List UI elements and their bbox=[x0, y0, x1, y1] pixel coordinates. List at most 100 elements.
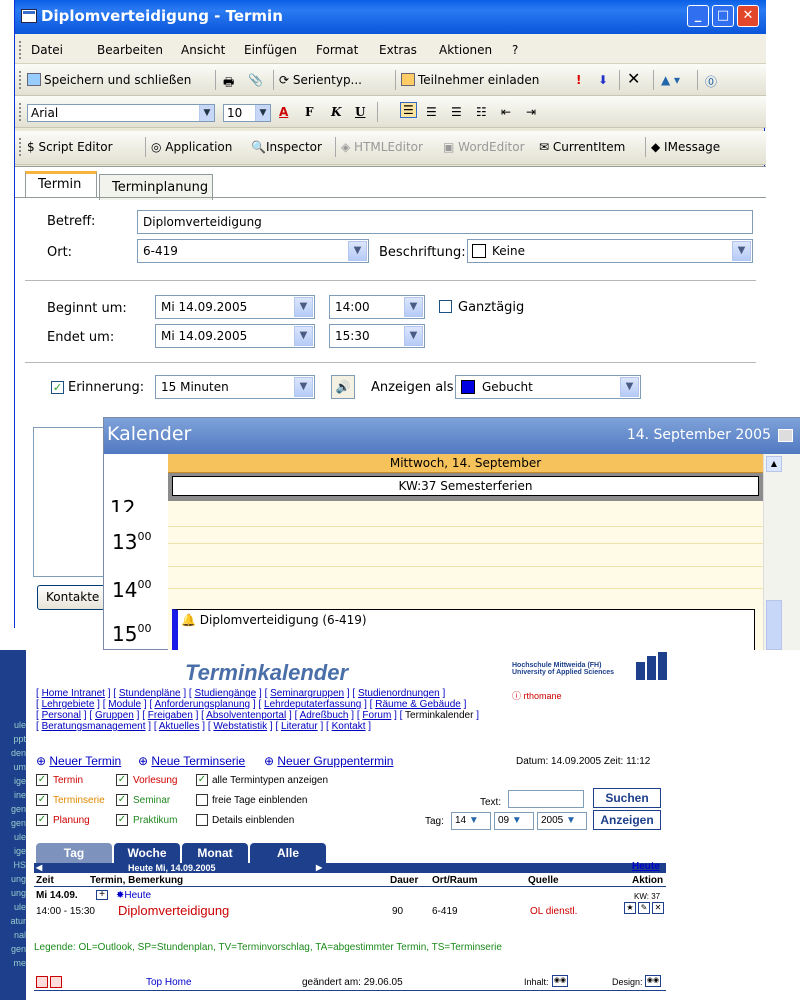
print-page-icon[interactable] bbox=[36, 976, 48, 988]
nav-link[interactable]: Freigaben bbox=[148, 710, 193, 721]
left-nav-item[interactable]: ige bbox=[0, 846, 26, 856]
align-center-icon[interactable]: ☰ bbox=[426, 105, 437, 119]
nav-link[interactable]: Studiengänge bbox=[194, 688, 256, 699]
filter-checkbox[interactable]: ✓ bbox=[36, 794, 48, 806]
print-icon[interactable]: 🖶 bbox=[223, 73, 234, 94]
previous-item-icon[interactable]: ▲ ▾ bbox=[661, 73, 680, 87]
contacts-button[interactable]: Kontakte bbox=[37, 585, 105, 610]
menu-help[interactable]: ? bbox=[512, 43, 518, 57]
chevron-down-icon[interactable]: ▼ bbox=[404, 326, 423, 346]
outdent-icon[interactable]: ⇤ bbox=[501, 105, 511, 119]
tab-termin[interactable]: Termin bbox=[25, 171, 97, 197]
chevron-down-icon[interactable]: ▼ bbox=[294, 377, 313, 397]
align-left-icon[interactable]: ☰ bbox=[400, 102, 417, 118]
left-nav-item[interactable]: gen bbox=[0, 818, 26, 828]
year-select[interactable]: 2005 ▼ bbox=[537, 812, 587, 830]
nav-link[interactable]: Studienordnungen bbox=[358, 688, 440, 699]
calendar-scrollbar[interactable]: ▲ bbox=[763, 454, 800, 651]
left-nav-item[interactable]: ung bbox=[0, 874, 26, 884]
show-as-select[interactable]: Gebucht ▼ bbox=[455, 375, 641, 399]
underline-button[interactable]: U bbox=[355, 105, 365, 119]
user-name[interactable]: ⓘ rthomane bbox=[512, 689, 562, 702]
nav-link[interactable]: Beratungsmanagement bbox=[42, 721, 146, 732]
location-input[interactable]: 6-419 ▼ bbox=[137, 239, 369, 263]
tab-all[interactable]: Alle bbox=[250, 843, 326, 863]
nav-link[interactable]: Home Intranet bbox=[42, 688, 105, 699]
end-date-select[interactable]: Mi 14.09.2005 ▼ bbox=[155, 324, 315, 348]
help-icon[interactable]: ⓪ bbox=[705, 73, 717, 90]
low-importance-icon[interactable]: ⬇ bbox=[598, 73, 608, 87]
left-nav-item[interactable]: ppt bbox=[0, 734, 26, 744]
new-group-appointment-link[interactable]: ⊕ Neuer Gruppentermin bbox=[264, 754, 393, 768]
menu-datei[interactable]: Datei bbox=[31, 43, 63, 57]
nav-link[interactable]: Lehrgebiete bbox=[42, 699, 95, 710]
word-editor-button[interactable]: ▣ WordEditor bbox=[443, 140, 525, 154]
details-icon[interactable]: ★ bbox=[624, 902, 636, 914]
chevron-down-icon[interactable]: ▼ bbox=[404, 297, 423, 317]
tab-day[interactable]: Tag bbox=[36, 843, 112, 863]
menu-ansicht[interactable]: Ansicht bbox=[181, 43, 225, 57]
bullets-icon[interactable]: ☷ bbox=[476, 105, 487, 119]
left-nav-item[interactable]: ine bbox=[0, 790, 26, 800]
chevron-down-icon[interactable]: ▼ bbox=[294, 326, 313, 346]
scroll-thumb[interactable] bbox=[766, 600, 782, 650]
entry-title[interactable]: Diplomverteidigung bbox=[118, 903, 229, 918]
filter-checkbox[interactable]: ✓ bbox=[116, 794, 128, 806]
current-item-button[interactable]: ✉ CurrentItem bbox=[539, 140, 625, 154]
size-select[interactable]: 10 ▼ bbox=[223, 104, 271, 122]
nav-link[interactable]: Gruppen bbox=[95, 710, 134, 721]
left-nav-item[interactable]: ule bbox=[0, 902, 26, 912]
left-nav-item[interactable]: gen bbox=[0, 944, 26, 954]
filter-checkbox[interactable]: ✓ bbox=[116, 774, 128, 786]
search-button[interactable]: Suchen bbox=[593, 788, 661, 808]
chevron-down-icon[interactable]: ▼ bbox=[348, 241, 367, 261]
nav-link[interactable]: Literatur bbox=[281, 721, 318, 732]
chevron-down-icon[interactable]: ▼ bbox=[294, 297, 313, 317]
next-day-icon[interactable]: ▶ bbox=[316, 863, 322, 872]
menu-bearbeiten[interactable]: Bearbeiten bbox=[97, 43, 163, 57]
imessage-button[interactable]: ◆ IMessage bbox=[651, 140, 720, 154]
nav-link[interactable]: Module bbox=[108, 699, 141, 710]
filter-checkbox[interactable] bbox=[196, 794, 208, 806]
close-button[interactable]: ✕ bbox=[737, 5, 759, 27]
left-nav-item[interactable]: den bbox=[0, 748, 26, 758]
filter-checkbox[interactable]: ✓ bbox=[36, 814, 48, 826]
edit-icon[interactable]: ✎ bbox=[638, 902, 650, 914]
new-series-link[interactable]: ⊕ Neue Terminserie bbox=[138, 754, 245, 768]
font-select[interactable]: Arial ▼ bbox=[27, 104, 215, 122]
nav-link[interactable]: Personal bbox=[42, 710, 81, 721]
start-date-select[interactable]: Mi 14.09.2005 ▼ bbox=[155, 295, 315, 319]
delete-icon[interactable]: ✕ bbox=[627, 69, 640, 88]
chevron-down-icon[interactable]: ▼ bbox=[732, 241, 751, 261]
start-time-select[interactable]: 14:00 ▼ bbox=[329, 295, 425, 319]
day-view[interactable]: Mittwoch, 14. September KW:37 Semesterfe… bbox=[168, 454, 763, 679]
menu-einfuegen[interactable]: Einfügen bbox=[244, 43, 297, 57]
footer-top-link[interactable]: Top Home bbox=[146, 977, 192, 988]
nav-link[interactable]: Anforderungsplanung bbox=[154, 699, 250, 710]
align-right-icon[interactable]: ☰ bbox=[451, 105, 462, 119]
script-editor-button[interactable]: $ Script Editor bbox=[27, 140, 113, 154]
nav-link[interactable]: Absolventenportal bbox=[206, 710, 286, 721]
reminder-checkbox[interactable]: ✓ bbox=[51, 381, 64, 394]
left-nav-item[interactable]: ige bbox=[0, 776, 26, 786]
nav-link[interactable]: Kontakt bbox=[332, 721, 366, 732]
left-nav-item[interactable]: um bbox=[0, 762, 26, 772]
left-nav-item[interactable]: HS bbox=[0, 860, 26, 870]
left-nav-item[interactable]: ule bbox=[0, 832, 26, 842]
italic-button[interactable]: K bbox=[331, 105, 341, 119]
design-author-icon[interactable]: ◉◉ bbox=[645, 975, 661, 987]
subject-input[interactable]: Diplomverteidigung bbox=[137, 210, 753, 234]
delete-entry-icon[interactable]: ✕ bbox=[652, 902, 664, 914]
month-select[interactable]: 09 ▼ bbox=[494, 812, 534, 830]
show-button[interactable]: Anzeigen bbox=[593, 810, 661, 830]
bold-button[interactable]: F bbox=[305, 105, 314, 119]
nav-link[interactable]: Räume & Gebäude bbox=[375, 699, 461, 710]
save-close-button[interactable]: Speichern und schließen bbox=[27, 73, 191, 87]
scroll-up-icon[interactable]: ▲ bbox=[766, 456, 782, 472]
sound-icon[interactable]: 🔊 bbox=[331, 375, 355, 399]
reminder-select[interactable]: 15 Minuten ▼ bbox=[155, 375, 315, 399]
series-button[interactable]: ⟳ Serientyp... bbox=[279, 73, 362, 87]
mail-page-icon[interactable] bbox=[50, 976, 62, 988]
title-bar[interactable]: Diplomverteidigung - Termin _ □ ✕ bbox=[15, 0, 766, 34]
minimize-button[interactable]: _ bbox=[687, 5, 709, 27]
